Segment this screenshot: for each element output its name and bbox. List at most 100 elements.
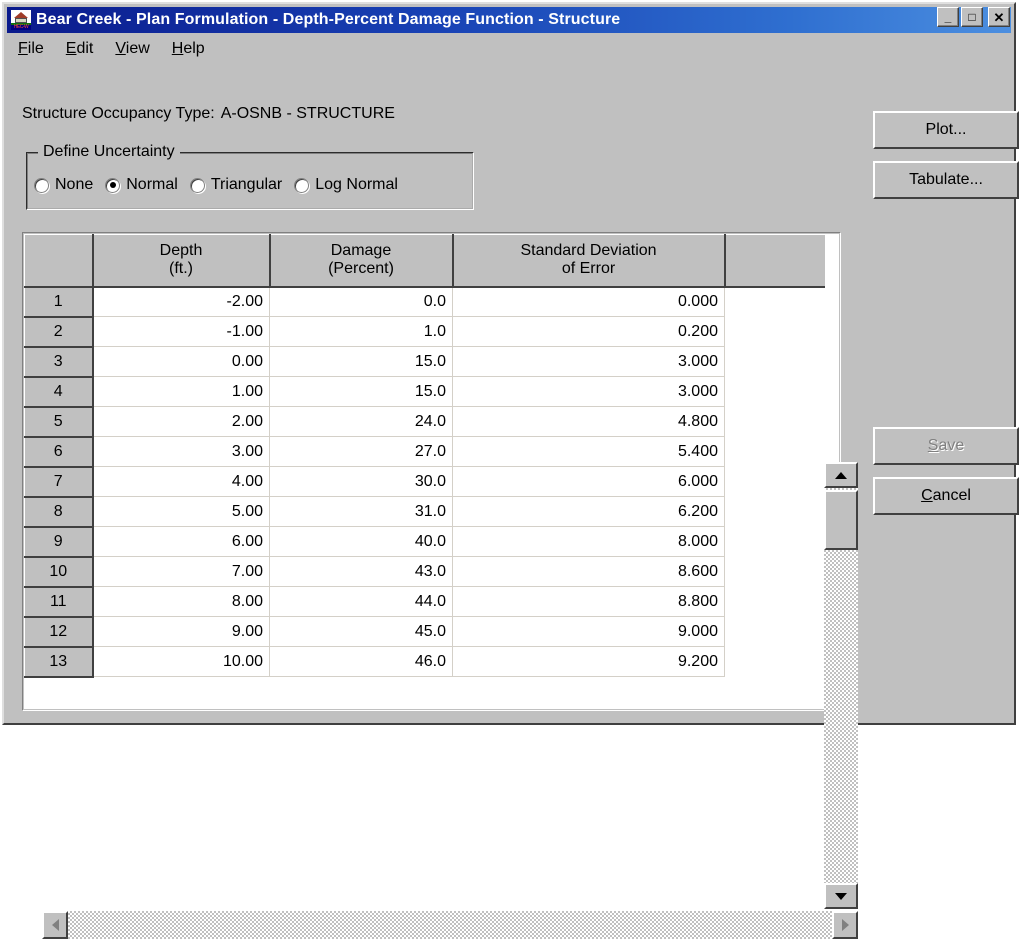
table-row[interactable]: 9 6.00 40.0 8.000 xyxy=(24,526,825,558)
cell-damage[interactable]: 0.0 xyxy=(269,286,453,317)
row-header-cell[interactable]: 6 xyxy=(24,436,94,468)
cell-depth[interactable]: 4.00 xyxy=(92,466,270,497)
title-bar[interactable]: HEC-W Bear Creek - Plan Formulation - De… xyxy=(7,7,1011,33)
cell-blank[interactable] xyxy=(724,496,825,527)
cell-blank[interactable] xyxy=(724,556,825,587)
horizontal-scrollbar[interactable] xyxy=(42,911,858,939)
table-row[interactable]: 11 8.00 44.0 8.800 xyxy=(24,586,825,618)
cell-sd[interactable]: 8.800 xyxy=(452,586,725,617)
cell-damage[interactable]: 44.0 xyxy=(269,586,453,617)
maximize-button[interactable]: □ xyxy=(961,7,983,27)
cell-sd[interactable]: 9.000 xyxy=(452,616,725,647)
scroll-right-button[interactable] xyxy=(832,911,858,939)
menu-item-file[interactable]: File xyxy=(7,38,55,60)
cell-blank[interactable] xyxy=(724,466,825,497)
cell-sd[interactable]: 6.000 xyxy=(452,466,725,497)
menu-item-view[interactable]: View xyxy=(104,38,160,60)
cell-damage[interactable]: 43.0 xyxy=(269,556,453,587)
cell-blank[interactable] xyxy=(724,406,825,437)
row-header-cell[interactable]: 12 xyxy=(24,616,94,648)
table-row[interactable]: 1 -2.00 0.0 0.000 xyxy=(24,286,825,318)
cell-depth[interactable]: 1.00 xyxy=(92,376,270,407)
radio-none[interactable]: None xyxy=(34,176,93,194)
cell-depth[interactable]: 8.00 xyxy=(92,586,270,617)
cell-blank[interactable] xyxy=(724,286,825,317)
cancel-button[interactable]: Cancel xyxy=(873,477,1019,515)
table-row[interactable]: 12 9.00 45.0 9.000 xyxy=(24,616,825,648)
menu-item-help[interactable]: Help xyxy=(161,38,216,60)
cell-damage[interactable]: 24.0 xyxy=(269,406,453,437)
cell-damage[interactable]: 1.0 xyxy=(269,316,453,347)
cell-sd[interactable]: 5.400 xyxy=(452,436,725,467)
cell-blank[interactable] xyxy=(724,616,825,647)
cell-sd[interactable]: 9.200 xyxy=(452,646,725,677)
row-header-cell[interactable]: 2 xyxy=(24,316,94,348)
cell-depth[interactable]: 9.00 xyxy=(92,616,270,647)
cell-sd[interactable]: 4.800 xyxy=(452,406,725,437)
cell-blank[interactable] xyxy=(724,346,825,377)
cell-blank[interactable] xyxy=(724,436,825,467)
cell-depth[interactable]: 0.00 xyxy=(92,346,270,377)
cell-depth[interactable]: 2.00 xyxy=(92,406,270,437)
row-header-cell[interactable]: 5 xyxy=(24,406,94,438)
close-button[interactable]: ✕ xyxy=(988,7,1010,27)
cell-depth[interactable]: -2.00 xyxy=(92,286,270,317)
table-row[interactable]: 3 0.00 15.0 3.000 xyxy=(24,346,825,378)
plot-button[interactable]: Plot... xyxy=(873,111,1019,149)
row-header-cell[interactable]: 3 xyxy=(24,346,94,378)
row-header-cell[interactable]: 13 xyxy=(24,646,94,678)
row-header-cell[interactable]: 7 xyxy=(24,466,94,498)
cell-damage[interactable]: 15.0 xyxy=(269,346,453,377)
table-row[interactable]: 13 10.00 46.0 9.200 xyxy=(24,646,825,678)
scroll-down-button[interactable] xyxy=(824,883,858,909)
radio-normal[interactable]: Normal xyxy=(105,176,178,194)
cell-blank[interactable] xyxy=(724,316,825,347)
radio-log-normal[interactable]: Log Normal xyxy=(294,176,398,194)
tabulate-button[interactable]: Tabulate... xyxy=(873,161,1019,199)
horizontal-scroll-track[interactable] xyxy=(68,911,832,939)
table-row[interactable]: 8 5.00 31.0 6.200 xyxy=(24,496,825,528)
cell-depth[interactable]: 5.00 xyxy=(92,496,270,527)
cell-sd[interactable]: 0.200 xyxy=(452,316,725,347)
cell-depth[interactable]: -1.00 xyxy=(92,316,270,347)
cell-damage[interactable]: 46.0 xyxy=(269,646,453,677)
header-blank[interactable] xyxy=(724,234,825,288)
data-grid-viewport[interactable]: Depth (ft.) Damage (Percent) Standard De… xyxy=(24,234,839,709)
cell-depth[interactable]: 7.00 xyxy=(92,556,270,587)
row-header-cell[interactable]: 4 xyxy=(24,376,94,408)
vertical-scroll-thumb[interactable] xyxy=(824,490,858,550)
cell-sd[interactable]: 6.200 xyxy=(452,496,725,527)
radio-triangular[interactable]: Triangular xyxy=(189,176,282,194)
row-header-cell[interactable]: 8 xyxy=(24,496,94,528)
header-corner[interactable] xyxy=(24,234,94,288)
cell-sd[interactable]: 3.000 xyxy=(452,376,725,407)
cell-blank[interactable] xyxy=(724,646,825,677)
header-damage[interactable]: Damage (Percent) xyxy=(269,234,454,288)
cell-damage[interactable]: 30.0 xyxy=(269,466,453,497)
cell-sd[interactable]: 3.000 xyxy=(452,346,725,377)
row-header-cell[interactable]: 11 xyxy=(24,586,94,618)
menu-item-edit[interactable]: Edit xyxy=(55,38,105,60)
cell-damage[interactable]: 31.0 xyxy=(269,496,453,527)
cell-damage[interactable]: 45.0 xyxy=(269,616,453,647)
table-row[interactable]: 4 1.00 15.0 3.000 xyxy=(24,376,825,408)
cell-depth[interactable]: 10.00 xyxy=(92,646,270,677)
cell-blank[interactable] xyxy=(724,586,825,617)
cell-sd[interactable]: 0.000 xyxy=(452,286,725,317)
scroll-up-button[interactable] xyxy=(824,462,858,488)
scroll-left-button[interactable] xyxy=(42,911,68,939)
cell-sd[interactable]: 8.600 xyxy=(452,556,725,587)
cell-depth[interactable]: 3.00 xyxy=(92,436,270,467)
cell-damage[interactable]: 27.0 xyxy=(269,436,453,467)
cell-sd[interactable]: 8.000 xyxy=(452,526,725,557)
minimize-button[interactable]: _ xyxy=(937,7,959,27)
header-standard-deviation[interactable]: Standard Deviation of Error xyxy=(452,234,726,288)
row-header-cell[interactable]: 1 xyxy=(24,286,94,318)
cell-damage[interactable]: 15.0 xyxy=(269,376,453,407)
table-row[interactable]: 5 2.00 24.0 4.800 xyxy=(24,406,825,438)
table-row[interactable]: 2 -1.00 1.0 0.200 xyxy=(24,316,825,348)
table-row[interactable]: 7 4.00 30.0 6.000 xyxy=(24,466,825,498)
cell-blank[interactable] xyxy=(724,526,825,557)
cell-depth[interactable]: 6.00 xyxy=(92,526,270,557)
header-depth[interactable]: Depth (ft.) xyxy=(92,234,271,288)
